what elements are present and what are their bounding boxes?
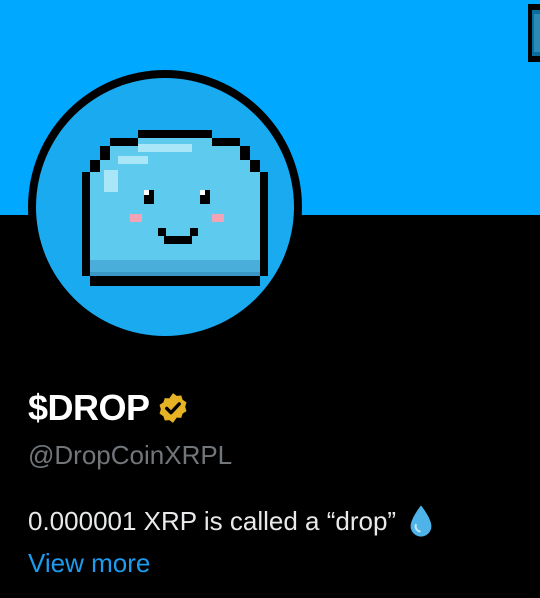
- partial-pixel-art-icon: [528, 4, 540, 62]
- view-more-link[interactable]: View more: [28, 548, 150, 579]
- profile-name-row: $DROP: [28, 384, 190, 432]
- profile-bio-row: 0.000001 XRP is called a “drop”: [28, 504, 434, 538]
- slime-mascot-icon: [82, 130, 268, 286]
- profile-avatar[interactable]: [28, 70, 302, 344]
- profile-display-name: $DROP: [28, 387, 150, 428]
- verified-badge-icon[interactable]: [156, 391, 190, 425]
- droplet-icon: [410, 505, 432, 537]
- avatar-image: [36, 78, 294, 336]
- profile-handle: @DropCoinXRPL: [28, 440, 233, 470]
- profile-bio: 0.000001 XRP is called a “drop”: [28, 505, 397, 536]
